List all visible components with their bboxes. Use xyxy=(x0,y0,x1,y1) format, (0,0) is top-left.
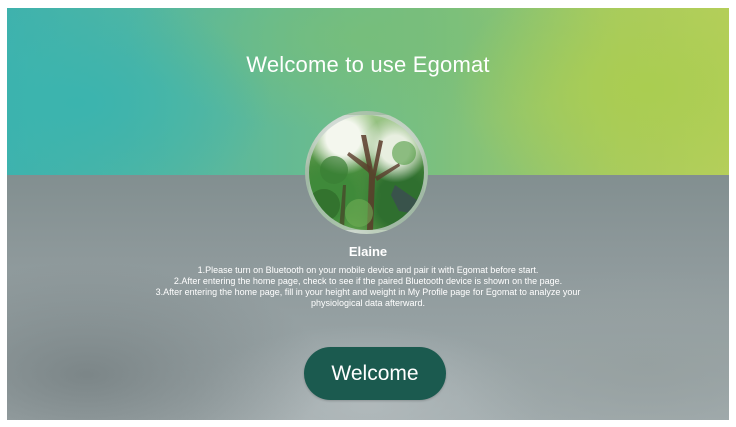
instruction-3: 3.After entering the home page, fill in … xyxy=(155,287,581,308)
welcome-button[interactable]: Welcome xyxy=(304,347,446,400)
username: Elaine xyxy=(348,244,388,259)
forest-photo xyxy=(309,135,421,230)
instruction-1: 1.Please turn on Bluetooth on your mobil… xyxy=(197,265,539,275)
avatar xyxy=(305,111,428,234)
instructions: 1.Please turn on Bluetooth on your mobil… xyxy=(137,265,599,309)
welcome-screen: Welcome to use Egomat Elaine 1.Please tu… xyxy=(7,8,729,420)
instruction-2: 2.After entering the home page, check to… xyxy=(173,276,563,286)
page-title: Welcome to use Egomat xyxy=(246,52,490,77)
